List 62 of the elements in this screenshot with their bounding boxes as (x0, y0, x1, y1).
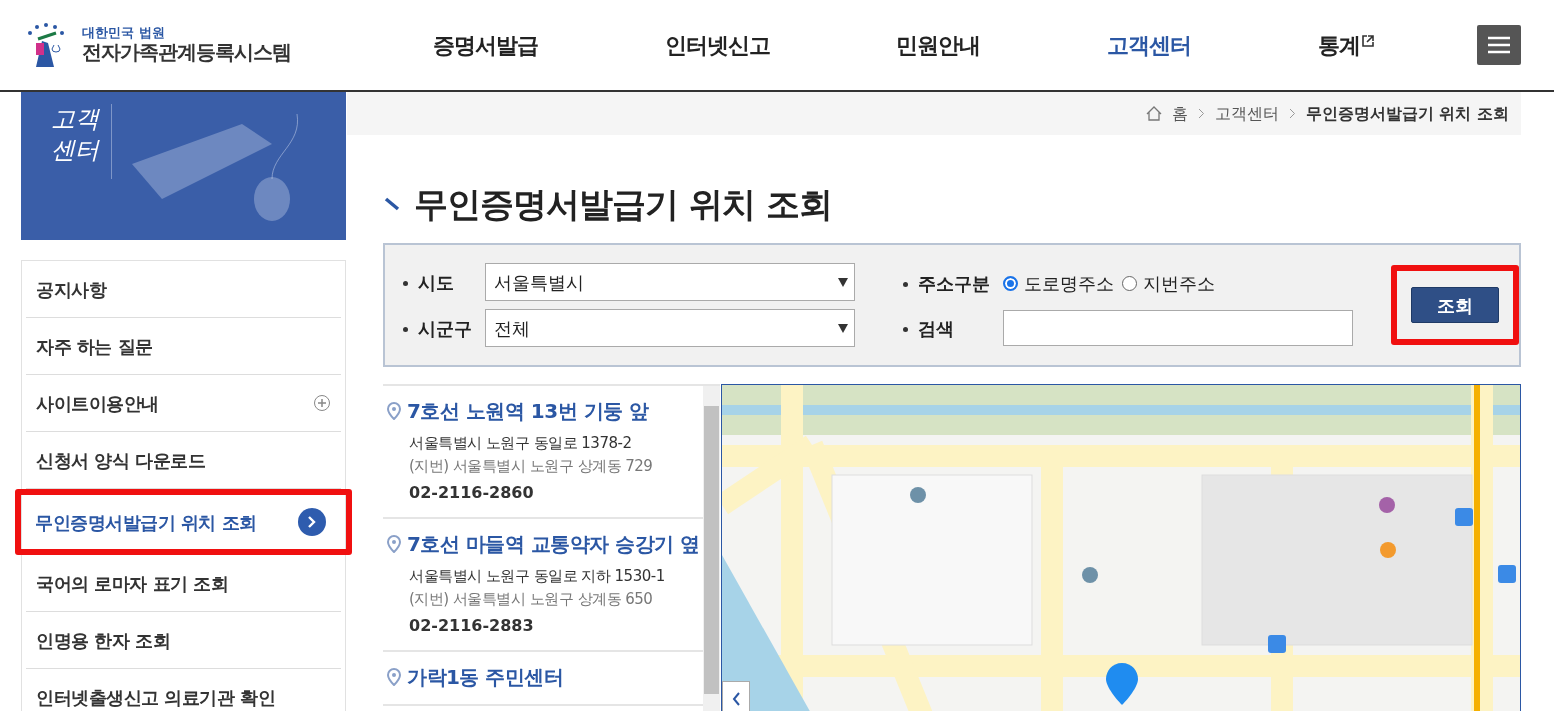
chevron-left-icon (731, 692, 741, 706)
sidebar-item[interactable]: 인명용 한자 조회 (26, 612, 341, 669)
sidebar-item[interactable]: 인터넷출생신고 의료기관 확인 (26, 669, 341, 711)
sidebar-label: 국어의 로마자 표기 조회 (36, 571, 229, 596)
chevron-right-icon (1288, 108, 1296, 119)
radio-option[interactable]: 도로명주소 (1003, 269, 1114, 297)
sidebar-label: 사이트이용안내 (36, 391, 159, 416)
title-mark-icon (384, 197, 400, 211)
banner-text: 고객 센터 (51, 104, 112, 179)
breadcrumb-link[interactable]: 무인증명서발급기 위치 조회 (1305, 101, 1509, 126)
sidebar-item[interactable]: 공지사항 (26, 261, 341, 318)
page-title: 무인증명서발급기 위치 조회 (414, 183, 832, 225)
province-select[interactable]: 서울특별시 (485, 263, 855, 301)
location-name[interactable]: 7호선 노원역 13번 기둥 앞 (407, 396, 649, 426)
radio-option[interactable]: 지번주소 (1122, 269, 1215, 297)
sidebar-label: 무인증명서발급기 위치 조회 (35, 510, 257, 535)
chevron-right-icon (298, 508, 326, 536)
plus-circle-icon (313, 394, 331, 412)
menu-button[interactable] (1477, 25, 1521, 65)
field-label: 검색 (903, 314, 1003, 342)
sidebar-label: 신청서 양식 다운로드 (36, 448, 206, 473)
nav-link[interactable]: 민원안내 (896, 28, 981, 62)
sidebar-label: 인명용 한자 조회 (36, 628, 171, 653)
field-label: 시도 (403, 268, 485, 296)
scrollbar[interactable] (703, 386, 720, 711)
collapse-panel-button[interactable] (722, 681, 750, 711)
sidebar-item[interactable]: 자주 하는 질문 (26, 318, 341, 375)
field-label: 주소구분 (903, 269, 1003, 297)
breadcrumb-link[interactable]: 홈 (1171, 101, 1188, 126)
nav-link[interactable]: 통계 (1317, 28, 1374, 62)
lot-address: (지번) 서울특별시 노원구 상계동 650 (408, 588, 654, 610)
sidebar-label: 인터넷출생신고 의료기관 확인 (36, 685, 276, 710)
nav-link[interactable]: 인터넷신고 (664, 28, 770, 62)
search-field[interactable] (1003, 310, 1353, 346)
lot-address: (지번) 서울특별시 노원구 상계동 729 (408, 455, 654, 477)
sidebar-item[interactable]: 신청서 양식 다운로드 (26, 432, 341, 489)
sidebar-item[interactable]: 사이트이용안내 (26, 375, 341, 432)
breadcrumb-link[interactable]: 고객센터 (1214, 101, 1279, 126)
logo-subtitle: 대한민국 법원 (82, 25, 166, 41)
sidebar-item[interactable]: 무인증명서발급기 위치 조회 (15, 489, 352, 555)
menu-icon (1488, 36, 1510, 54)
district-select[interactable]: 전체 (485, 309, 855, 347)
road-address: 서울특별시 노원구 동일로 지하 1530-1 (408, 566, 666, 587)
logo-title: 전자가족관계등록시스템 (82, 40, 291, 65)
nav-link[interactable]: 고객센터 (1107, 28, 1192, 62)
road-address: 서울특별시 노원구 동일로 1378-2 (408, 433, 633, 454)
location-name[interactable]: 7호선 마들역 교통약자 승강기 옆 (407, 529, 700, 559)
nav-link[interactable]: 증명서발급 (433, 28, 539, 62)
field-label: 시군구 (403, 314, 485, 342)
location-pin-icon (387, 535, 401, 553)
location-pin-icon (387, 402, 401, 420)
sidebar-item[interactable]: 국어의 로마자 표기 조회 (26, 555, 341, 612)
home-icon (1145, 106, 1162, 121)
sidebar-label: 자주 하는 질문 (36, 334, 153, 359)
phone-number: 02-2116-2860 (408, 482, 535, 504)
search-button[interactable]: 조회 (1411, 287, 1499, 323)
chevron-right-icon (1197, 108, 1205, 119)
location-name[interactable]: 가락1동 주민센터 (407, 662, 564, 692)
phone-number: 02-2116-2883 (408, 615, 535, 637)
external-link-icon (1361, 34, 1374, 47)
location-pin-icon (387, 668, 401, 686)
sidebar-label: 공지사항 (36, 277, 106, 302)
